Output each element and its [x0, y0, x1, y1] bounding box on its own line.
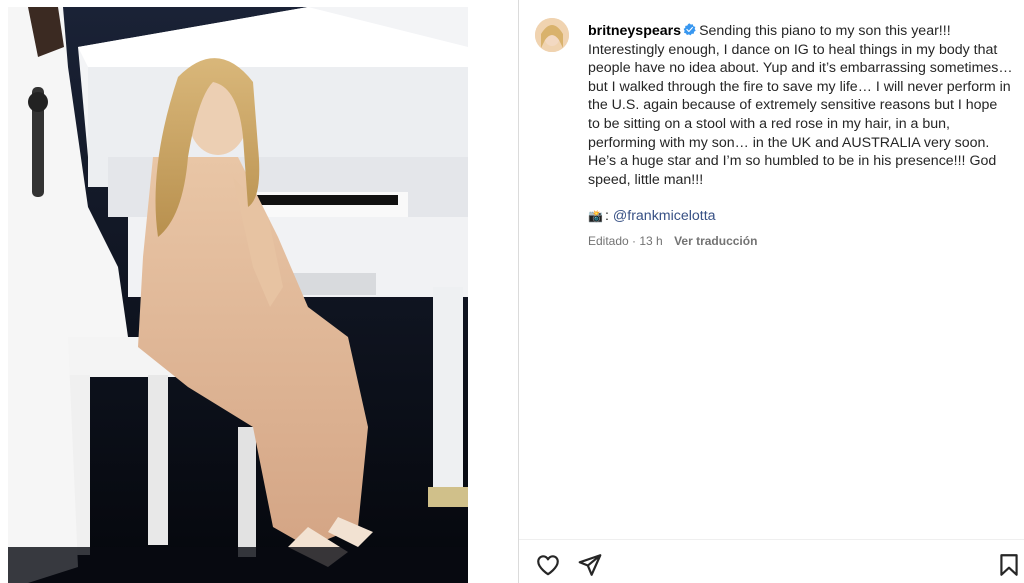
camera-flash-icon: 📸: [588, 209, 603, 224]
caption-body: Sending this piano to my son this year!!…: [588, 23, 1013, 188]
username-link[interactable]: britneyspears: [588, 23, 681, 39]
verified-badge-icon: [683, 23, 696, 36]
send-icon[interactable]: [577, 552, 603, 578]
mention-link[interactable]: @frankmicelotta: [613, 208, 716, 224]
post-photo: [8, 7, 468, 583]
post-image[interactable]: [8, 7, 468, 583]
caption-meta: Editado · 13 h Ver traducción: [588, 232, 1013, 251]
edited-timestamp: Editado · 13 h: [588, 233, 663, 248]
heart-icon[interactable]: [535, 552, 561, 578]
avatar-image: [535, 18, 569, 52]
see-translation-button[interactable]: Ver traducción: [674, 234, 757, 248]
profile-avatar[interactable]: [535, 18, 569, 52]
bookmark-icon[interactable]: [996, 552, 1022, 578]
credit-separator: :: [604, 208, 613, 225]
action-bar: [519, 540, 1024, 583]
photo-credit: 📸: @frankmicelotta: [588, 207, 1013, 226]
caption-text-block: britneyspears Sending this piano to my s…: [588, 22, 1013, 251]
post-details-panel: britneyspears Sending this piano to my s…: [519, 0, 1024, 583]
